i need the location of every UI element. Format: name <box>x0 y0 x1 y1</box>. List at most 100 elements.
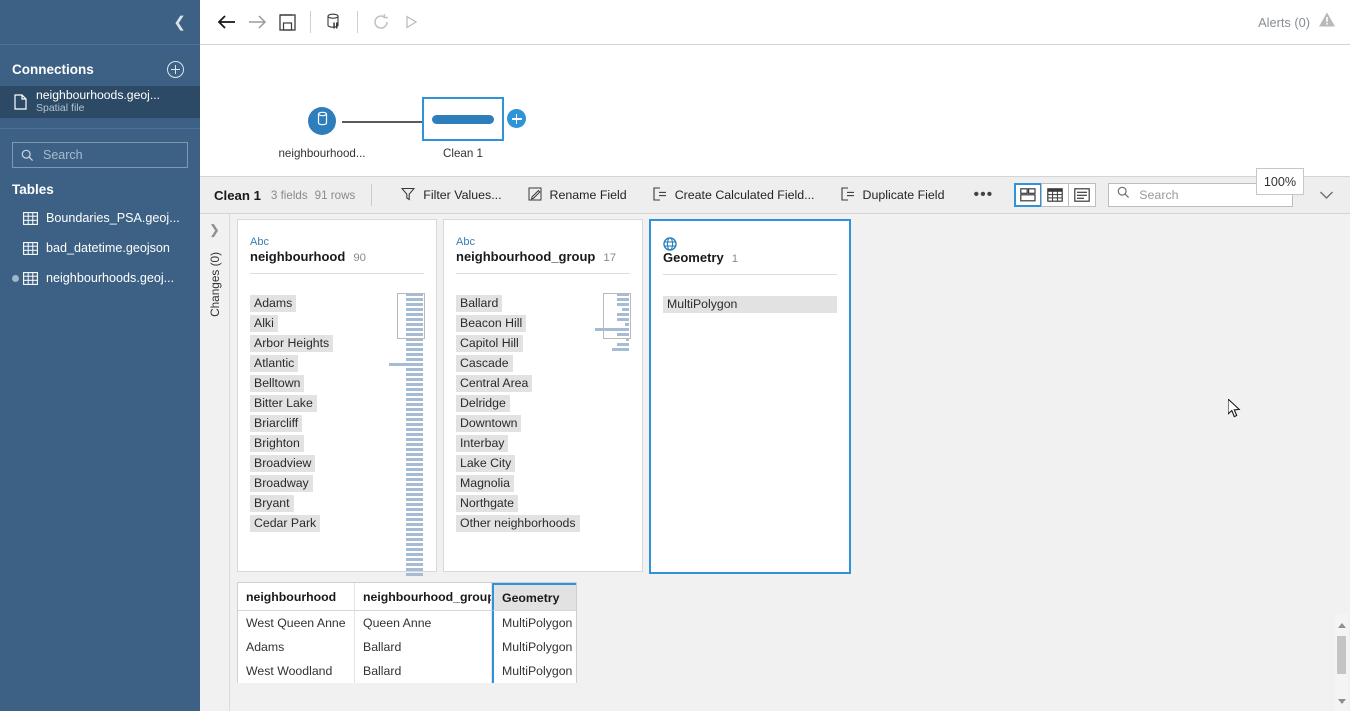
changes-panel-label[interactable]: Changes (0) <box>208 252 222 317</box>
more-options-button[interactable]: ••• <box>957 187 1009 203</box>
histogram-bar[interactable] <box>406 548 423 551</box>
histogram-bar[interactable] <box>406 528 423 531</box>
histogram-bar[interactable] <box>406 433 423 436</box>
alerts-area[interactable]: Alerts (0) <box>1258 11 1336 33</box>
value-pill[interactable]: Arbor Heights <box>250 335 333 352</box>
column-header-neighbourhood[interactable]: neighbourhood <box>238 583 355 611</box>
table-row[interactable]: West Woodland Ballard MultiPolygon <box>238 659 576 683</box>
field-card-neighbourhood-group[interactable]: Abc neighbourhood_group 17 BallardBeacon… <box>443 219 643 572</box>
value-pill[interactable]: Ballard <box>456 295 502 312</box>
histogram-bar[interactable] <box>617 343 629 346</box>
table-row[interactable]: Adams Ballard MultiPolygon <box>238 635 576 659</box>
flow-step-node-clean1[interactable] <box>422 97 504 141</box>
value-row[interactable]: Central Area <box>456 373 630 393</box>
histogram-bar[interactable] <box>406 518 423 521</box>
connection-item-neighbourhoods[interactable]: neighbourhoods.geoj... Spatial file <box>0 86 200 118</box>
histogram-bar[interactable] <box>406 398 423 401</box>
chevron-down-icon[interactable] <box>1319 190 1334 200</box>
histogram-bar[interactable] <box>406 478 423 481</box>
histogram-bar[interactable] <box>406 373 423 376</box>
search-input[interactable] <box>41 147 181 163</box>
histogram-bar[interactable] <box>406 563 423 566</box>
value-row[interactable]: MultiPolygon <box>663 294 837 314</box>
histogram-bar[interactable] <box>406 348 423 351</box>
field-card-geometry[interactable]: Geometry 1 MultiPolygon <box>649 219 851 574</box>
histogram-bar[interactable] <box>406 353 423 356</box>
flow-pane[interactable]: neighbourhood... Clean 1 100% <box>200 45 1350 177</box>
histogram-bar[interactable] <box>406 378 423 381</box>
histogram-bar[interactable] <box>406 428 423 431</box>
chevron-right-icon[interactable]: ❯ <box>209 222 220 238</box>
histogram-bar[interactable] <box>406 523 423 526</box>
histogram-bar[interactable] <box>406 403 423 406</box>
histogram-bar[interactable] <box>406 368 423 371</box>
database-pause-icon[interactable] <box>319 7 349 37</box>
value-pill[interactable]: Belltown <box>250 375 304 392</box>
histogram-bar[interactable] <box>406 488 423 491</box>
scroll-down-arrow-icon[interactable] <box>1338 699 1346 704</box>
column-header-geometry[interactable]: Geometry <box>492 583 576 611</box>
sidebar-search[interactable] <box>12 142 188 168</box>
value-pill[interactable]: Interbay <box>456 435 508 452</box>
histogram-bar[interactable] <box>406 473 423 476</box>
scrollbar-thumb[interactable] <box>1337 636 1346 674</box>
value-pill[interactable]: Broadview <box>250 455 315 472</box>
flow-input-node[interactable] <box>308 107 336 135</box>
value-row[interactable]: Cascade <box>456 353 630 373</box>
histogram-bar[interactable] <box>406 553 423 556</box>
value-pill[interactable]: Alki <box>250 315 278 332</box>
value-pill[interactable]: Northgate <box>456 495 518 512</box>
histogram-bar[interactable] <box>406 408 423 411</box>
histogram-bar[interactable] <box>406 343 423 346</box>
value-row[interactable]: Downtown <box>456 413 630 433</box>
histogram-bar[interactable] <box>406 483 423 486</box>
value-pill[interactable]: Bryant <box>250 495 294 512</box>
table-row[interactable]: West Queen Anne Queen Anne MultiPolygon <box>238 611 576 635</box>
value-pill[interactable]: Central Area <box>456 375 532 392</box>
filter-values-button[interactable]: Filter Values... <box>388 177 514 214</box>
add-step-circle-plus-icon[interactable] <box>507 109 526 128</box>
arrow-left-icon[interactable] <box>212 7 242 37</box>
histogram-bar[interactable] <box>406 383 423 386</box>
rename-field-button[interactable]: Rename Field <box>515 177 640 214</box>
value-row[interactable]: Other neighborhoods <box>456 513 630 533</box>
value-pill[interactable]: Broadway <box>250 475 313 492</box>
histogram-bar[interactable] <box>406 538 423 541</box>
value-pill[interactable]: Bitter Lake <box>250 395 317 412</box>
value-pill[interactable]: Cedar Park <box>250 515 320 532</box>
value-pill[interactable]: Other neighborhoods <box>456 515 580 532</box>
value-pill[interactable]: MultiPolygon <box>663 296 837 313</box>
value-row[interactable]: Lake City <box>456 453 630 473</box>
histogram-bar[interactable] <box>406 533 423 536</box>
create-calculated-field-button[interactable]: Create Calculated Field... <box>640 177 828 214</box>
histogram-bar[interactable] <box>406 493 423 496</box>
histogram-bar[interactable] <box>406 443 423 446</box>
value-pill[interactable]: Magnolia <box>456 475 514 492</box>
value-pill[interactable]: Cascade <box>456 355 513 372</box>
duplicate-field-button[interactable]: Duplicate Field <box>828 177 958 214</box>
histogram-bar[interactable] <box>406 543 423 546</box>
histogram-bar[interactable] <box>389 363 423 366</box>
zoom-level-badge[interactable]: 100% <box>1256 168 1304 195</box>
histogram-bar[interactable] <box>406 498 423 501</box>
grid-view-icon[interactable] <box>1041 183 1069 207</box>
histogram-bar[interactable] <box>406 423 423 426</box>
histogram-bar[interactable] <box>406 568 423 571</box>
value-pill[interactable]: Brighton <box>250 435 304 452</box>
column-header-neighbourhood-group[interactable]: neighbourhood_group <box>355 583 492 611</box>
histogram-bar[interactable] <box>406 513 423 516</box>
value-pill[interactable]: Beacon Hill <box>456 315 526 332</box>
histogram-bar[interactable] <box>406 438 423 441</box>
histogram-bar[interactable] <box>406 448 423 451</box>
add-connection-button[interactable] <box>167 61 200 78</box>
value-pill[interactable]: Downtown <box>456 415 521 432</box>
value-row[interactable]: Interbay <box>456 433 630 453</box>
field-card-neighbourhood[interactable]: Abc neighbourhood 90 AdamsAlkiArbor Heig… <box>237 219 437 572</box>
arrow-right-icon[interactable] <box>242 7 272 37</box>
sidebar-table-item-2[interactable]: neighbourhoods.geoj... <box>0 263 200 293</box>
value-pill[interactable]: Atlantic <box>250 355 298 372</box>
chevron-left-icon[interactable]: ❮ <box>173 15 186 30</box>
histogram-bar[interactable] <box>406 388 423 391</box>
value-pill[interactable]: Lake City <box>456 455 515 472</box>
value-pill[interactable]: Briarcliff <box>250 415 302 432</box>
